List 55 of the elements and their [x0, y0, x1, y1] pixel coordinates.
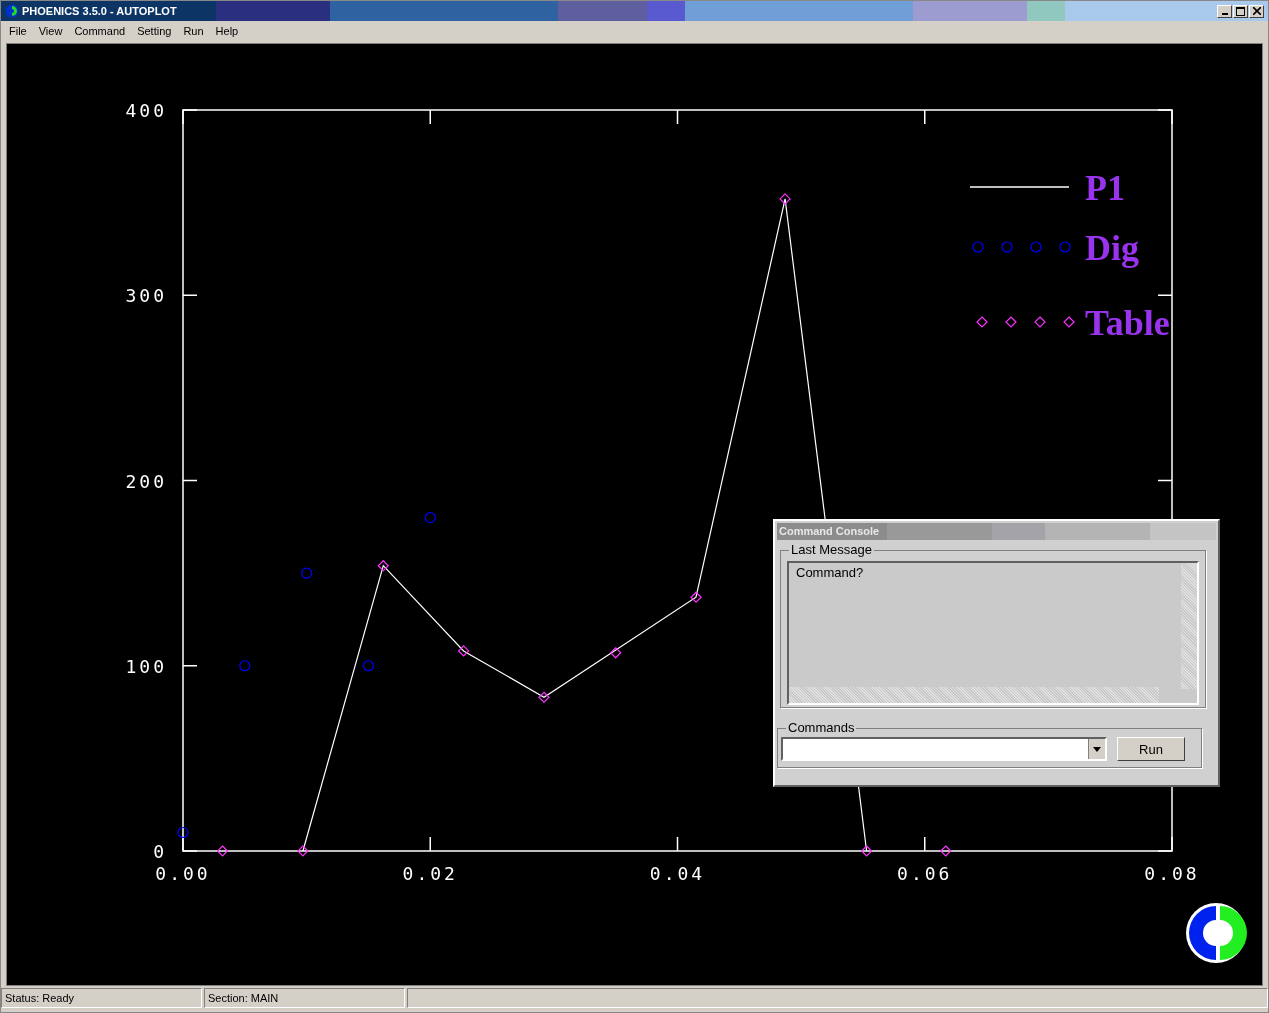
menu-item[interactable]: Setting: [131, 24, 178, 37]
data-point: [177, 826, 189, 839]
close-button[interactable]: [1249, 4, 1264, 18]
command-combobox[interactable]: [781, 737, 1107, 761]
status-text: Status: Ready: [1, 988, 202, 1008]
group-label: Last Message: [789, 542, 874, 558]
close-icon: [1252, 7, 1261, 15]
maximize-icon: [1236, 6, 1245, 16]
legend-line-icon: [969, 186, 1070, 188]
legend-circles-icon: [972, 241, 1071, 253]
horizontal-scrollbar[interactable]: [789, 687, 1159, 703]
vertical-scrollbar[interactable]: [1181, 563, 1197, 689]
data-point: [216, 845, 229, 857]
message-text: Command?: [796, 565, 864, 580]
data-point: [362, 660, 375, 672]
x-tick-label: 0.04: [649, 863, 706, 884]
data-point: [301, 567, 313, 579]
data-point: [939, 845, 952, 857]
y-tick-label: 100: [125, 655, 167, 677]
menu-item[interactable]: Command: [68, 24, 132, 37]
x-tick-label: 0.06: [897, 863, 953, 884]
data-point: [538, 691, 550, 704]
x-tick-label: 0.08: [1144, 863, 1200, 884]
dropdown-caret-icon: [1093, 746, 1101, 752]
data-point: [860, 845, 873, 857]
legend-label: P1: [1085, 168, 1125, 208]
data-point: [424, 511, 436, 524]
window-title: PHOENICS 3.5.0 - AUTOPLOT: [22, 5, 177, 17]
x-tick-label: 0.02: [402, 863, 458, 884]
menu-item[interactable]: Run: [177, 24, 210, 37]
menu-item[interactable]: File: [3, 24, 33, 37]
menu-item[interactable]: Help: [209, 24, 245, 37]
y-tick-label: 300: [125, 285, 167, 307]
menu-item[interactable]: View: [32, 24, 69, 37]
y-tick-label: 400: [125, 100, 167, 121]
data-point: [377, 559, 390, 572]
data-point: [297, 845, 309, 857]
x-tick-label: 0.00: [155, 863, 211, 884]
data-point: [779, 193, 791, 205]
app-logo-icon: [5, 4, 19, 18]
data-point: [239, 660, 251, 672]
data-point: [457, 645, 470, 657]
legend-diamonds-icon: [976, 316, 1075, 328]
run-button[interactable]: Run: [1117, 737, 1185, 761]
legend-label: Table: [1085, 303, 1170, 343]
legend-label: Dig: [1085, 228, 1139, 268]
app-logo-icon: [1186, 903, 1247, 963]
data-point: [609, 646, 622, 659]
y-tick-label: 200: [125, 470, 167, 492]
maximize-button[interactable]: [1233, 4, 1248, 18]
status-text: Section: MAIN: [204, 988, 405, 1008]
minimize-button[interactable]: [1217, 4, 1232, 18]
y-tick-label: 0: [153, 841, 167, 862]
data-point: [690, 591, 702, 604]
console-title: Command Console: [777, 523, 1216, 540]
